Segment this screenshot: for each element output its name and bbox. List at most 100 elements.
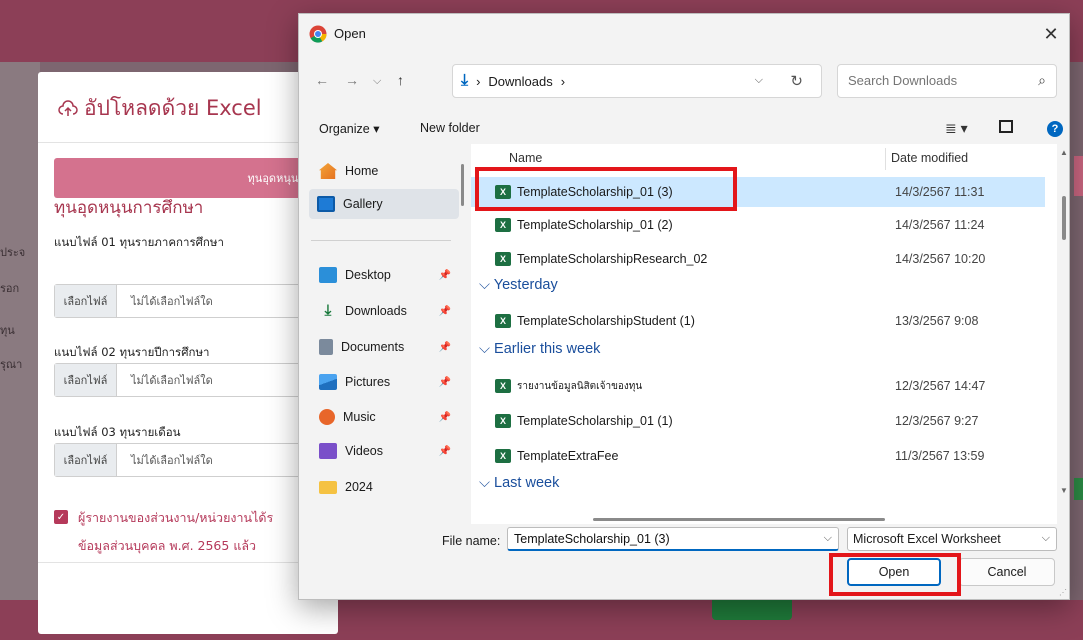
nav-item-label: Documents: [341, 340, 405, 354]
nav-item-videos[interactable]: Videos 📌: [311, 436, 461, 466]
breadcrumb-separator: ›: [476, 73, 481, 89]
help-icon[interactable]: ?: [1047, 121, 1063, 137]
file-input-01[interactable]: เลือกไฟล์ ไม่ได้เลือกไฟล์ใด: [54, 284, 338, 318]
forward-arrow-icon[interactable]: →: [345, 72, 359, 88]
nav-item-label: Downloads: [345, 304, 407, 318]
file-date: 14/3/2567 10:20: [895, 252, 986, 266]
view-options-icon[interactable]: ≣ ▾: [945, 120, 968, 137]
pin-icon: 📌: [438, 305, 451, 317]
consent-text-line1: ผู้รายงานของส่วนงาน/หน่วยงานได้ร: [78, 510, 274, 525]
file-row[interactable]: X TemplateScholarshipResearch_02 14/3/25…: [471, 244, 1045, 274]
tab-scholarship[interactable]: ทุนอุดหนุนการศึกษ: [54, 158, 338, 198]
file-label-03: แนบไฟล์ 03 ทุนรายเดือน: [54, 425, 181, 439]
file-type-select[interactable]: Microsoft Excel Worksheet ⌵: [847, 527, 1057, 551]
file-input-03[interactable]: เลือกไฟล์ ไม่ได้เลือกไฟล์ใด: [54, 443, 338, 477]
up-arrow-icon[interactable]: ↑: [397, 72, 404, 88]
file-name: TemplateScholarship_01 (2): [517, 218, 673, 232]
navigation-bar: ← → ⌵ ↑ ⤓ › Downloads › ⌵ ↻ ⌕: [299, 64, 1069, 98]
nav-item-pictures[interactable]: Pictures 📌: [311, 367, 461, 397]
nav-item-label: Gallery: [343, 197, 383, 211]
background-text: รอก: [0, 282, 20, 295]
modal-title-text: อัปโหลดด้วย Excel: [84, 96, 262, 120]
videos-icon: [319, 443, 337, 459]
chevron-down-icon: ⌵: [479, 277, 494, 293]
group-header-last-week[interactable]: ⌵ Last week: [479, 475, 559, 491]
background-pink-tab: [1074, 156, 1083, 196]
file-list-scrollbar[interactable]: ▲ ▼: [1059, 144, 1069, 504]
chevron-down-icon[interactable]: ⌵: [824, 532, 832, 545]
nav-item-label: Home: [345, 164, 379, 178]
back-arrow-icon[interactable]: ←: [315, 72, 329, 88]
preview-pane-icon[interactable]: [999, 120, 1013, 133]
chevron-down-icon: ⌵: [479, 341, 495, 357]
file-row[interactable]: X TemplateScholarship_01 (2) 14/3/2567 1…: [471, 210, 1045, 240]
choose-file-button[interactable]: เลือกไฟล์: [55, 285, 117, 317]
background-text: รุณา: [0, 358, 23, 371]
search-box[interactable]: ⌕: [837, 64, 1057, 98]
new-folder-button[interactable]: New folder: [420, 121, 480, 135]
file-date: 12/3/2567 14:47: [895, 379, 986, 393]
dialog-title: Open: [334, 26, 366, 41]
chevron-down-icon[interactable]: ⌵: [755, 74, 763, 87]
group-header-yesterday[interactable]: ⌵ Yesterday: [479, 277, 558, 293]
file-row[interactable]: X TemplateScholarship_01 (1) 12/3/2567 9…: [471, 406, 1045, 436]
organize-button[interactable]: Organize ▾: [319, 121, 379, 136]
consent-checkbox[interactable]: ✓: [54, 510, 68, 524]
choose-file-button[interactable]: เลือกไฟล์: [55, 444, 117, 476]
file-status: ไม่ได้เลือกไฟล์ใด: [131, 374, 213, 387]
pin-icon: 📌: [438, 411, 451, 423]
consent-text-line2: ข้อมูลส่วนบุคคล พ.ศ. 2565 แล้ว: [78, 538, 257, 553]
choose-file-button[interactable]: เลือกไฟล์: [55, 364, 117, 396]
close-icon[interactable]: ✕: [1041, 24, 1061, 45]
pictures-icon: [319, 374, 337, 390]
modal-title: อัปโหลดด้วย Excel: [58, 92, 262, 125]
nav-scrollbar[interactable]: [461, 164, 464, 206]
nav-item-home[interactable]: Home: [311, 156, 461, 186]
pin-icon: 📌: [438, 269, 451, 281]
section-title: ทุนอุดหนุนการศึกษา: [54, 198, 204, 218]
file-row[interactable]: X รายงานข้อมูลนิสิตเจ้าของทุน 12/3/2567 …: [471, 371, 1045, 401]
scroll-down-icon[interactable]: ▼: [1060, 486, 1068, 495]
scroll-up-icon[interactable]: ▲: [1060, 148, 1068, 157]
group-label: Earlier this week: [494, 341, 601, 357]
column-divider: [885, 148, 886, 170]
search-icon[interactable]: ⌕: [1038, 72, 1046, 89]
file-date: 14/3/2567 11:31: [895, 185, 985, 199]
file-name-input[interactable]: [514, 532, 804, 546]
search-input[interactable]: [848, 73, 1018, 88]
file-name-field[interactable]: ⌵: [507, 527, 839, 551]
group-header-earlier-this-week[interactable]: ⌵ Earlier this week: [479, 341, 600, 357]
nav-item-documents[interactable]: Documents 📌: [311, 332, 461, 362]
divider: [311, 240, 451, 241]
nav-item-downloads[interactable]: ⤓ Downloads 📌: [311, 296, 461, 326]
horizontal-scrollbar[interactable]: [593, 518, 885, 521]
resize-grip-icon[interactable]: ⋰: [1059, 588, 1067, 597]
refresh-icon[interactable]: ↻: [790, 72, 803, 90]
file-name: TemplateScholarship_01 (1): [517, 414, 673, 428]
file-type-value: Microsoft Excel Worksheet: [853, 532, 1001, 546]
upload-modal: อัปโหลดด้วย Excel ทุนอุดหนุนการศึกษ ทุนอ…: [38, 72, 338, 634]
nav-item-label: Videos: [345, 444, 383, 458]
background-green-tab: [1074, 478, 1083, 500]
recent-locations-icon[interactable]: ⌵: [373, 75, 381, 88]
excel-file-icon: X: [495, 314, 511, 328]
nav-item-2024[interactable]: 2024: [311, 472, 461, 502]
file-input-02[interactable]: เลือกไฟล์ ไม่ได้เลือกไฟล์ใด: [54, 363, 338, 397]
cancel-button[interactable]: Cancel: [959, 558, 1055, 586]
column-header-date[interactable]: Date modified: [891, 151, 968, 165]
file-name: TemplateScholarshipResearch_02: [517, 252, 708, 266]
column-header-name[interactable]: Name: [509, 151, 542, 165]
folder-icon: [319, 480, 337, 494]
file-row[interactable]: X TemplateExtraFee 11/3/2567 13:59: [471, 441, 1045, 471]
breadcrumb-downloads[interactable]: Downloads: [488, 74, 552, 89]
file-name-label: File name:: [442, 534, 501, 548]
nav-item-gallery[interactable]: Gallery: [309, 189, 459, 219]
scrollbar-thumb[interactable]: [1062, 196, 1066, 240]
address-bar[interactable]: ⤓ › Downloads › ⌵ ↻: [452, 64, 822, 98]
file-row[interactable]: X TemplateScholarshipStudent (1) 13/3/25…: [471, 306, 1045, 336]
nav-item-desktop[interactable]: Desktop 📌: [311, 260, 461, 290]
chevron-down-icon: ⌵: [1041, 532, 1050, 544]
file-label-02: แนบไฟล์ 02 ทุนรายปีการศึกษา: [54, 345, 210, 359]
excel-file-icon: X: [495, 414, 511, 428]
nav-item-music[interactable]: Music 📌: [311, 402, 461, 432]
